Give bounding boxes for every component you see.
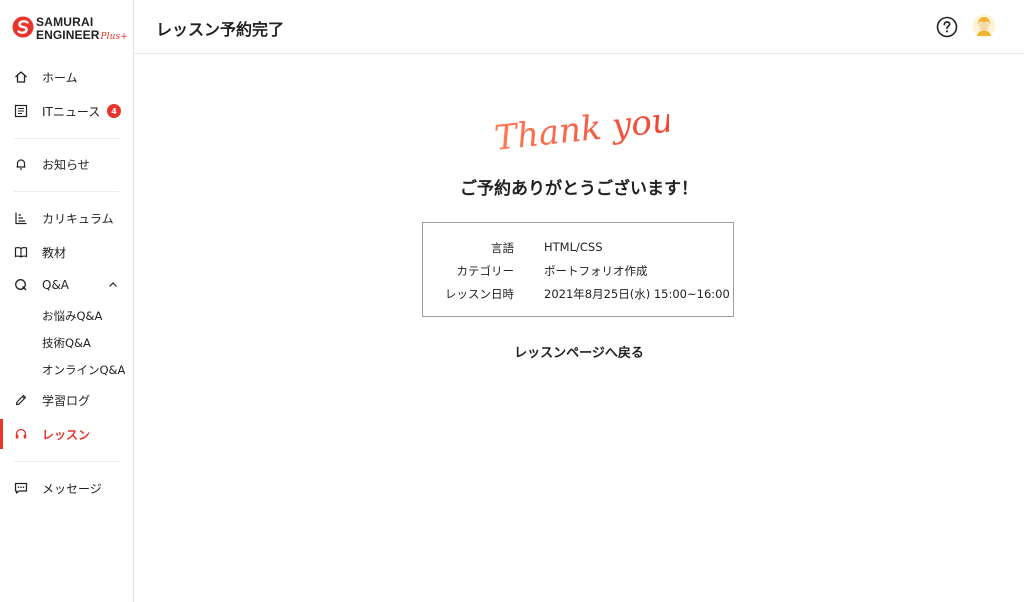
sidebar-item-label: 教材 <box>42 245 67 260</box>
detail-key: カテゴリー <box>456 264 515 278</box>
sidebar-item-study-log[interactable]: 学習ログ <box>0 385 133 415</box>
sidebar-subitem-online-qa[interactable]: オンラインQ&A <box>42 359 125 381</box>
detail-row-language: 言語 HTML/CSS <box>423 240 735 258</box>
detail-row-datetime: レッスン日時 2021年8月25日(水) 15:00~16:00 <box>423 286 735 304</box>
news-icon <box>14 104 28 118</box>
back-to-lesson-link[interactable]: レッスンページへ戻る <box>134 342 1024 361</box>
active-indicator <box>0 419 3 449</box>
headset-icon <box>14 427 28 441</box>
sidebar-item-label: 学習ログ <box>42 393 91 408</box>
sidebar-item-label: ホーム <box>42 70 78 85</box>
logo-text-engineer-word: ENGINEER <box>36 28 100 42</box>
detail-value: 2021年8月25日(水) 15:00~16:00 <box>544 287 730 301</box>
detail-value: ポートフォリオ作成 <box>544 264 648 278</box>
help-icon[interactable] <box>936 16 958 38</box>
sidebar: SAMURAI ENGINEERPlus+ ホーム ITニュース 4 お知らせ … <box>0 0 134 602</box>
pencil-icon <box>14 393 28 407</box>
divider <box>14 461 119 462</box>
top-bar: レッスン予約完了 <box>134 0 1024 54</box>
detail-key: 言語 <box>491 241 514 255</box>
reservation-details: 言語 HTML/CSS カテゴリー ポートフォリオ作成 レッスン日時 2021年… <box>422 222 734 317</box>
divider <box>14 138 119 139</box>
sidebar-item-messages[interactable]: メッセージ <box>0 473 133 503</box>
sidebar-item-lesson[interactable]: レッスン <box>0 419 133 449</box>
logo-text-plus: Plus+ <box>100 32 128 42</box>
notification-badge: 4 <box>107 104 121 118</box>
main-content: Thank you!! ご予約ありがとうございます！ 言語 HTML/CSS カ… <box>134 54 1024 602</box>
logo-text-samurai: SAMURAI <box>36 15 94 29</box>
curriculum-icon <box>14 211 28 225</box>
sidebar-item-label: ITニュース <box>42 104 101 119</box>
sidebar-subitem-tech-qa[interactable]: 技術Q&A <box>42 332 91 354</box>
sidebar-item-label: Q&A <box>42 278 70 292</box>
confirmation-headline: ご予約ありがとうございます！ <box>460 179 698 199</box>
divider <box>14 191 119 192</box>
detail-row-category: カテゴリー ポートフォリオ作成 <box>423 263 735 281</box>
logo-text-engineer: ENGINEERPlus+ <box>36 28 128 42</box>
sidebar-item-qa[interactable]: Q&A <box>0 270 133 300</box>
sidebar-subitem-worries-qa[interactable]: お悩みQ&A <box>42 305 102 327</box>
home-icon <box>14 70 28 84</box>
sidebar-item-notices[interactable]: お知らせ <box>0 149 133 179</box>
thank-you-script: Thank you!! <box>492 99 669 159</box>
chevron-up-icon[interactable] <box>108 280 118 290</box>
book-icon <box>14 245 28 259</box>
page-title: レッスン予約完了 <box>156 20 285 39</box>
detail-key: レッスン日時 <box>445 287 514 301</box>
detail-value: HTML/CSS <box>544 240 603 254</box>
chat-icon <box>14 481 28 495</box>
qa-icon <box>14 278 28 292</box>
sidebar-item-label: メッセージ <box>42 481 102 496</box>
sidebar-item-curriculum[interactable]: カリキュラム <box>0 203 133 233</box>
sidebar-item-materials[interactable]: 教材 <box>0 237 133 267</box>
sidebar-item-home[interactable]: ホーム <box>0 62 133 92</box>
avatar-icon[interactable] <box>972 14 996 38</box>
sidebar-item-label: カリキュラム <box>42 211 114 226</box>
sidebar-item-label: レッスン <box>42 427 91 442</box>
sidebar-item-label: お知らせ <box>42 157 90 172</box>
bell-icon <box>14 157 28 171</box>
logo[interactable]: SAMURAI ENGINEERPlus+ <box>12 12 130 48</box>
thank-you-text: Thank you!! <box>492 99 669 159</box>
sidebar-item-it-news[interactable]: ITニュース 4 <box>0 96 133 126</box>
samurai-logo-icon <box>12 16 34 38</box>
